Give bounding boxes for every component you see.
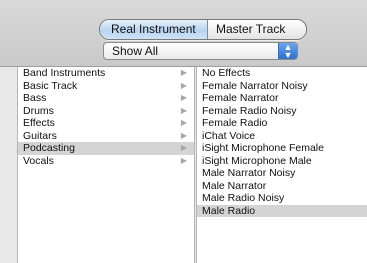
track-type-segmented-control[interactable]: Real Instrument Master Track	[99, 19, 307, 40]
chevron-right-icon: ▶	[180, 80, 187, 90]
chevron-right-icon: ▶	[180, 118, 187, 127]
preset-item[interactable]: No Effects	[197, 67, 367, 80]
category-item[interactable]: Effects ▶	[18, 117, 194, 130]
chevron-right-icon: ▶	[180, 143, 187, 152]
category-item[interactable]: Bass ▶	[18, 92, 194, 105]
preset-item[interactable]: iSight Microphone Female	[197, 142, 367, 155]
category-item[interactable]: Drums ▶	[18, 105, 194, 118]
category-label: Drums	[23, 104, 54, 117]
chevron-right-icon: ▶	[180, 68, 187, 77]
up-down-arrows-icon: ▲ ▼	[278, 43, 297, 60]
preset-item[interactable]: Female Narrator Noisy	[197, 80, 367, 93]
preset-item[interactable]: Female Radio Noisy	[197, 105, 367, 118]
preset-list[interactable]: No Effects Female Narrator Noisy Female …	[196, 67, 367, 263]
preset-item[interactable]: iSight Microphone Male	[197, 155, 367, 168]
category-item[interactable]: Guitars ▶	[18, 130, 194, 143]
category-label: Basic Track	[23, 79, 78, 92]
panel-left-margin	[0, 67, 17, 263]
category-item[interactable]: Vocals ▶	[18, 155, 194, 168]
preset-item[interactable]: Male Narrator	[197, 180, 367, 193]
preset-item[interactable]: Female Radio	[197, 117, 367, 130]
chevron-right-icon: ▶	[180, 105, 187, 115]
chevron-right-icon: ▶	[180, 130, 187, 140]
show-filter-value: Show All	[112, 44, 159, 58]
category-label: Podcasting	[23, 142, 75, 154]
preset-item-selected[interactable]: Male Radio	[197, 204, 367, 217]
track-info-panel: Real Instrument Master Track Show All ▲ ▼…	[0, 0, 367, 263]
segment-master-track[interactable]: Master Track	[208, 20, 306, 39]
chevron-right-icon: ▶	[180, 155, 187, 165]
category-label: Band Instruments	[23, 67, 106, 79]
segment-real-instrument[interactable]: Real Instrument	[100, 20, 208, 39]
category-label: Guitars	[23, 129, 57, 142]
preset-item[interactable]: Male Narrator Noisy	[197, 167, 367, 180]
preset-item[interactable]: iChat Voice	[197, 130, 367, 143]
category-label: Effects	[23, 117, 55, 129]
preset-item[interactable]: Female Narrator	[197, 92, 367, 105]
category-label: Vocals	[23, 154, 54, 167]
category-list[interactable]: Band Instruments ▶ Basic Track ▶ Bass ▶ Dru…	[17, 67, 195, 263]
category-item-selected[interactable]: Podcasting ▶	[18, 142, 194, 155]
show-filter-popup[interactable]: Show All ▲ ▼	[103, 42, 298, 60]
category-label: Bass	[23, 92, 47, 104]
chevron-right-icon: ▶	[180, 93, 187, 102]
preset-item[interactable]: Male Radio Noisy	[197, 192, 367, 205]
category-item[interactable]: Basic Track ▶	[18, 80, 194, 93]
category-item[interactable]: Band Instruments ▶	[18, 67, 194, 80]
panel-header: Real Instrument Master Track Show All ▲ ▼	[0, 0, 367, 67]
